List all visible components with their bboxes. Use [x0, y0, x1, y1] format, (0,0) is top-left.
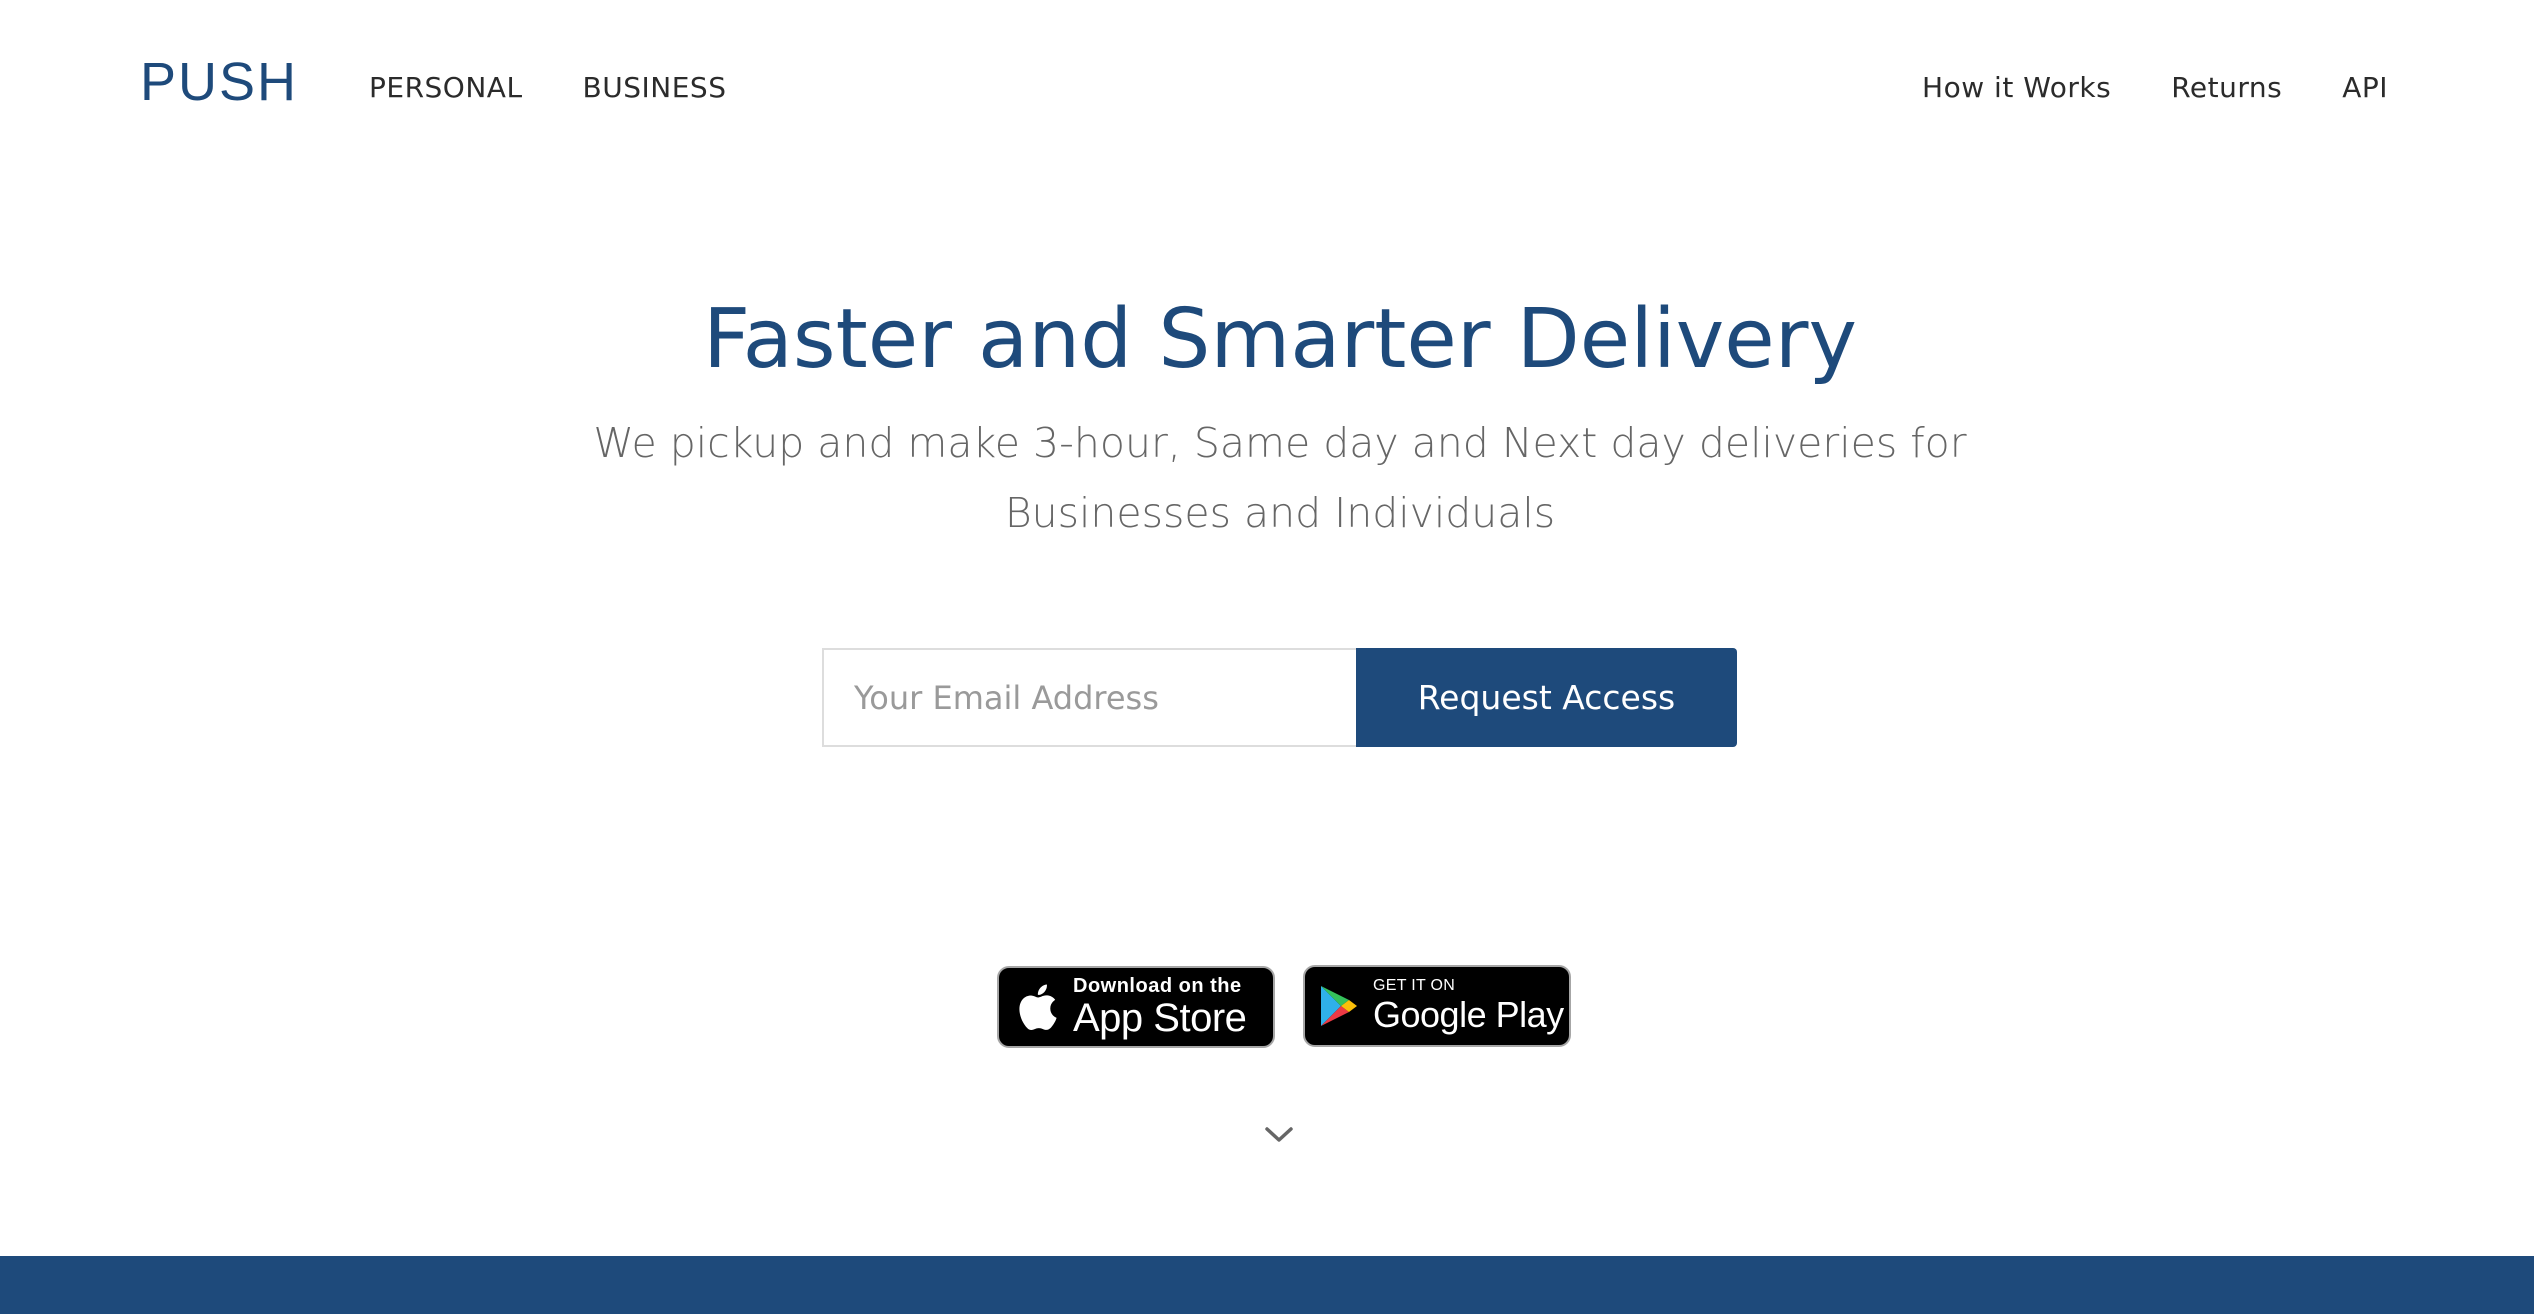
app-store-text: Download on the App Store: [1073, 975, 1247, 1040]
hero-title: Faster and Smarter Delivery: [703, 292, 1857, 387]
nav-how-it-works[interactable]: How it Works: [1922, 68, 2111, 108]
footer-band: [0, 1256, 2534, 1314]
logo[interactable]: PUSH: [140, 52, 298, 112]
app-store-small-text: Download on the: [1073, 975, 1242, 997]
chevron-down-icon[interactable]: [1264, 1125, 1294, 1145]
hero-subtitle-line2: Businesses and Individuals: [1004, 489, 1556, 537]
nav-api[interactable]: API: [2342, 68, 2388, 108]
request-access-button[interactable]: Request Access: [1356, 648, 1737, 747]
nav-personal[interactable]: PERSONAL: [369, 68, 523, 108]
google-play-badge[interactable]: GET IT ON Google Play: [1303, 965, 1571, 1047]
request-access-form: Request Access: [822, 648, 1737, 747]
email-input[interactable]: [822, 648, 1356, 747]
google-play-big-text: Google Play: [1373, 994, 1564, 1035]
nav-right: How it Works Returns API: [1922, 68, 2388, 108]
app-store-badge[interactable]: Download on the App Store: [997, 966, 1275, 1048]
apple-icon: [999, 966, 1073, 1048]
google-play-icon: [1305, 965, 1373, 1047]
app-store-big-text: App Store: [1073, 996, 1247, 1040]
nav-returns[interactable]: Returns: [2171, 68, 2282, 108]
google-play-small-text: GET IT ON: [1373, 977, 1456, 994]
hero-subtitle-line1: We pickup and make 3-hour, Same day and …: [593, 419, 1967, 467]
hero-subtitle: We pickup and make 3-hour, Same day and …: [560, 408, 2000, 548]
google-play-text: GET IT ON Google Play: [1373, 977, 1564, 1035]
nav-left: PERSONAL BUSINESS: [369, 68, 726, 108]
nav-business[interactable]: BUSINESS: [583, 68, 727, 108]
